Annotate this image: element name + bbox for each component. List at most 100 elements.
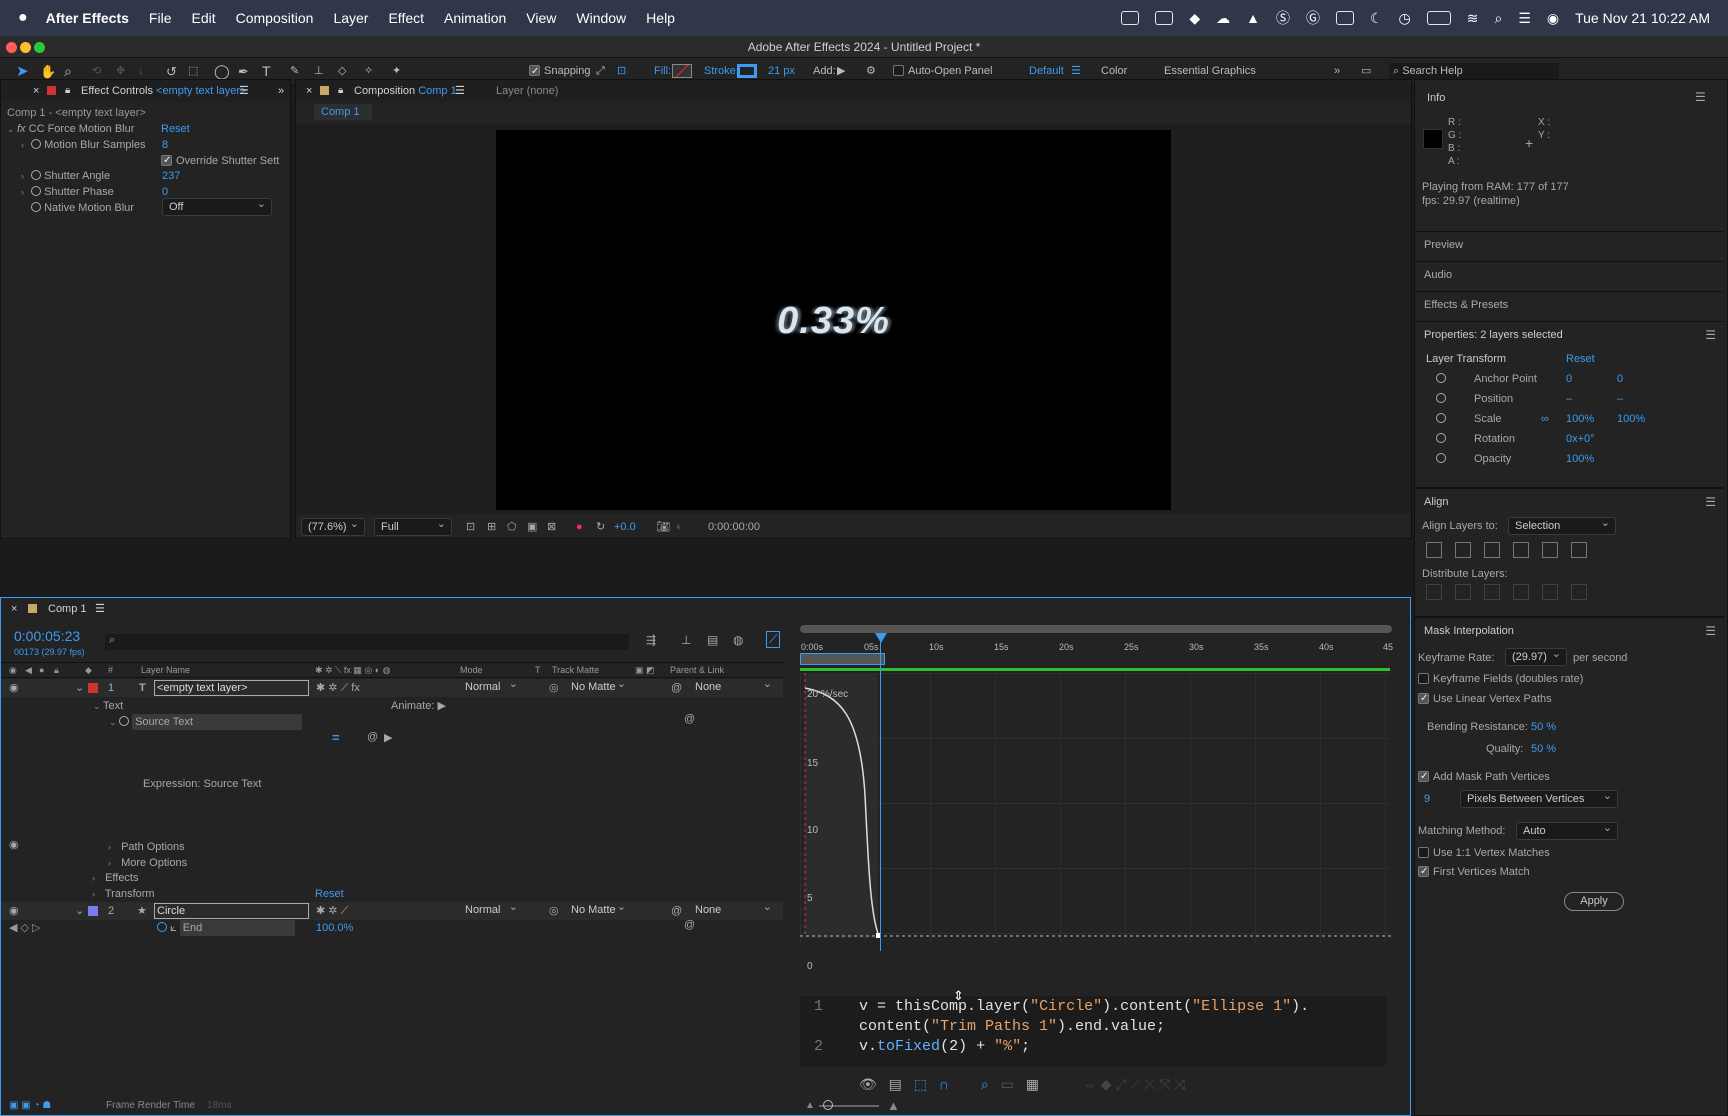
comp-canvas[interactable]: 0.33% xyxy=(496,130,1171,510)
expand-caret[interactable]: ⌄ xyxy=(109,714,119,730)
exposure-value[interactable]: +0.0 xyxy=(614,516,636,538)
align-vcenter-icon[interactable] xyxy=(1542,542,1558,558)
keyframe-rate-dropdown[interactable]: (29.97) xyxy=(1505,646,1567,666)
menubar-clock[interactable]: Tue Nov 21 10:22 AM xyxy=(1575,10,1710,26)
matching-dropdown[interactable]: Auto xyxy=(1516,820,1618,840)
menu-layer[interactable]: Layer xyxy=(333,10,368,26)
apply-button[interactable]: Apply xyxy=(1564,892,1624,911)
type-tool-icon[interactable]: T xyxy=(262,63,271,80)
animate-label[interactable]: Animate: ▶ xyxy=(391,698,446,714)
prop-rotation-row[interactable]: Rotation 0x+0° xyxy=(1436,431,1706,447)
label-header-icon[interactable]: ◆ xyxy=(85,663,92,677)
first-vertices-row[interactable]: First Vertices Match xyxy=(1418,864,1530,880)
speed-graph-curve[interactable] xyxy=(800,625,1392,965)
stopwatch-icon[interactable] xyxy=(31,202,41,212)
stopwatch-icon[interactable] xyxy=(1436,433,1446,443)
stopwatch-icon[interactable] xyxy=(1436,393,1446,403)
add-play-icon[interactable]: ▶ xyxy=(837,63,845,80)
transform-reset[interactable]: Reset xyxy=(315,886,344,902)
zoom-slider-handle[interactable] xyxy=(823,1100,833,1110)
distribute-hcenter-icon[interactable] xyxy=(1542,584,1558,600)
effect-expand-caret[interactable]: ⌄ xyxy=(7,121,17,137)
eye-icon[interactable]: ◉ xyxy=(9,838,19,851)
align-menu-icon[interactable]: ☰ xyxy=(1705,489,1716,515)
align-top-icon[interactable] xyxy=(1513,542,1529,558)
stopwatch-icon[interactable] xyxy=(31,139,41,149)
more-options-row[interactable]: › More Options xyxy=(108,855,187,871)
stopwatch-icon[interactable] xyxy=(1436,373,1446,383)
pan-behind-tool-icon[interactable]: ⬚ xyxy=(188,63,198,80)
pickwhip-icon[interactable]: @ xyxy=(671,902,682,920)
keyframe-fields-checkbox[interactable] xyxy=(1418,673,1429,684)
prop-anchor-row[interactable]: Anchor Point 0 0 xyxy=(1436,371,1706,387)
stopwatch-icon[interactable] xyxy=(1436,413,1446,423)
close-window-button[interactable] xyxy=(6,42,17,53)
show-properties-icon[interactable]: 👁︎ xyxy=(859,1076,877,1092)
grammarly-icon[interactable]: Ⓖ xyxy=(1306,8,1320,28)
expression-language-icon[interactable]: ▶ xyxy=(384,731,392,744)
align-header[interactable]: Align ☰ xyxy=(1414,487,1724,513)
native-motion-blur-dropdown[interactable]: Off xyxy=(162,196,272,216)
roto-brush-tool-icon[interactable]: ✧ xyxy=(364,63,373,80)
one-to-one-checkbox[interactable] xyxy=(1418,847,1429,858)
end-value[interactable]: 100.0% xyxy=(316,920,353,936)
parent-dropdown[interactable]: None xyxy=(689,676,777,697)
mask-icon[interactable]: ⬠ xyxy=(507,516,517,538)
first-vertices-checkbox[interactable] xyxy=(1418,864,1429,880)
prop-opacity-row[interactable]: Opacity 100% xyxy=(1436,451,1706,467)
prop-value-1[interactable]: 100% xyxy=(1566,411,1594,427)
workspace-default[interactable]: Default xyxy=(1029,63,1064,80)
menu-animation[interactable]: Animation xyxy=(444,10,506,26)
mask-interp-header[interactable]: Mask Interpolation ☰ xyxy=(1414,616,1724,642)
info-title[interactable]: Info xyxy=(1427,90,1445,106)
prop-value-2[interactable]: 0 xyxy=(1617,371,1623,387)
timeline-search[interactable]: ⌕ xyxy=(105,634,629,650)
status-icons[interactable]: ▣ ▣ ◔ ☗ xyxy=(9,1097,51,1115)
info-menu-icon[interactable]: ☰ xyxy=(1695,90,1706,104)
audio-toggle-icon[interactable]: ◀ xyxy=(25,663,32,677)
prop-scale-row[interactable]: Scale ∞ 100% 100% xyxy=(1436,411,1706,427)
effects-presets-header[interactable]: Effects & Presets xyxy=(1414,291,1724,317)
menu-app[interactable]: After Effects xyxy=(46,10,129,26)
playhead[interactable] xyxy=(880,633,881,951)
snap-features-icon[interactable]: ⊡ xyxy=(617,63,626,80)
zoom-in-icon[interactable]: ▲ xyxy=(887,1097,900,1115)
bending-value[interactable]: 50 % xyxy=(1531,719,1556,735)
override-shutter-row[interactable]: Override Shutter Sett xyxy=(161,153,279,169)
keyboard-icon[interactable] xyxy=(1335,11,1354,25)
workspace-menu-icon[interactable]: ☰ xyxy=(1071,63,1081,80)
preview-panel-header[interactable]: Preview xyxy=(1414,231,1724,257)
source-pickwhip-icon[interactable]: @ xyxy=(684,713,695,725)
snap-icon[interactable]: ∩ xyxy=(939,1076,949,1092)
snapshot-icon[interactable]: 📷︎ xyxy=(656,516,670,538)
distribute-bottom-icon[interactable] xyxy=(1484,584,1500,600)
panel-menu-icon[interactable]: ☰ xyxy=(239,80,249,102)
siri-icon[interactable]: ◉ xyxy=(1547,10,1559,27)
distribute-vcenter-icon[interactable] xyxy=(1455,584,1471,600)
distribute-top-icon[interactable] xyxy=(1426,584,1442,600)
animate-play-icon[interactable]: ▶ xyxy=(437,700,445,712)
parent-dropdown[interactable]: None xyxy=(689,899,777,920)
align-to-dropdown[interactable]: Selection xyxy=(1508,515,1616,535)
properties-header[interactable]: Properties: 2 layers selected ☰ xyxy=(1414,321,1724,347)
stopwatch-icon[interactable] xyxy=(31,170,41,180)
track-matte-dropdown[interactable]: No Matte xyxy=(565,899,631,920)
comp-viewer[interactable]: 0.33% xyxy=(296,124,1411,514)
reset-exposure-icon[interactable]: ↻ xyxy=(596,516,605,538)
fill-swatch[interactable] xyxy=(672,64,692,78)
graph-options-icon[interactable]: ▤ xyxy=(889,1076,902,1092)
draft-3d-icon[interactable]: ⊥ xyxy=(681,633,691,647)
col-layer-name[interactable]: Layer Name xyxy=(141,663,190,677)
linear-vertex-row[interactable]: Use Linear Vertex Paths xyxy=(1418,691,1552,707)
zoom-out-icon[interactable]: ▲ xyxy=(805,1097,815,1115)
source-text-row[interactable]: ⌄ Source Text xyxy=(109,714,309,730)
lock-icon[interactable]: 🔒︎ xyxy=(338,80,343,102)
distribute-left-icon[interactable] xyxy=(1513,584,1529,600)
tool-options-icon[interactable]: ⚙ xyxy=(866,63,876,80)
lock-icon[interactable]: 🔒︎ xyxy=(65,80,70,102)
col-parent[interactable]: Parent & Link xyxy=(670,663,724,677)
puppet-tool-icon[interactable]: ✦ xyxy=(392,63,401,80)
mode-dropdown[interactable]: Normal xyxy=(459,899,523,920)
expand-caret[interactable]: › xyxy=(21,137,31,153)
layer-row-1[interactable]: ◉ ⌄ 1 T <empty text layer> ✱ ✲ ⟋ fx Norm… xyxy=(1,676,783,697)
